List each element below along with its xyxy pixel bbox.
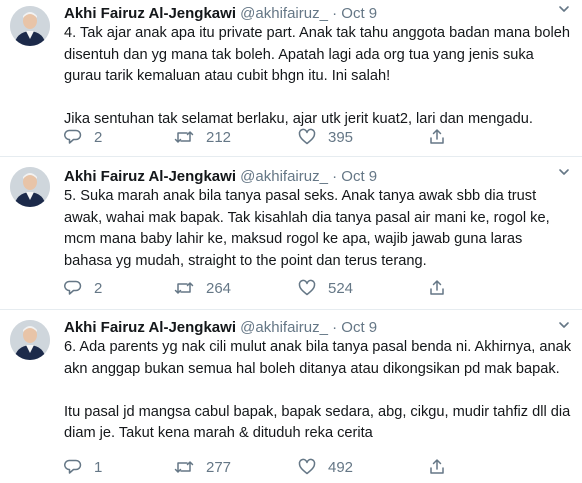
retweet-icon <box>174 461 194 473</box>
tweet-date[interactable]: Oct 9 <box>341 319 377 336</box>
share-button[interactable] <box>428 458 446 476</box>
like-button[interactable]: 492 <box>298 458 428 476</box>
like-count: 395 <box>328 128 354 146</box>
avatar-image <box>10 320 50 360</box>
heart-icon <box>298 279 316 296</box>
tweet-text: 5. Suka marah anak bila tanya pasal seks… <box>64 188 550 269</box>
more-button[interactable] <box>558 165 570 183</box>
like-count: 524 <box>328 279 354 297</box>
like-button[interactable]: 524 <box>298 279 428 297</box>
separator: · <box>332 168 338 185</box>
reply-icon <box>64 459 82 474</box>
share-icon <box>430 280 444 295</box>
reply-count: 1 <box>94 458 103 476</box>
heart-icon <box>298 128 316 145</box>
chevron-down-icon <box>559 169 569 175</box>
author-name[interactable]: Akhi Fairuz Al-Jengkawi <box>64 5 236 22</box>
tweet-header: Akhi Fairuz Al-Jengkawi @akhifairuz_ · O… <box>64 167 574 186</box>
tweet-header: Akhi Fairuz Al-Jengkawi @akhifairuz_ · O… <box>64 318 574 337</box>
avatar[interactable] <box>10 167 50 207</box>
retweet-button[interactable]: 264 <box>174 279 298 297</box>
share-button[interactable] <box>428 279 446 297</box>
tweet[interactable]: Akhi Fairuz Al-Jengkawi @akhifairuz_ · O… <box>0 0 582 157</box>
author-name[interactable]: Akhi Fairuz Al-Jengkawi <box>64 319 236 336</box>
avatar[interactable] <box>10 320 50 360</box>
reply-button[interactable]: 2 <box>64 128 174 146</box>
retweet-button[interactable]: 277 <box>174 458 298 476</box>
author-name[interactable]: Akhi Fairuz Al-Jengkawi <box>64 168 236 185</box>
tweet-date[interactable]: Oct 9 <box>341 168 377 185</box>
more-button[interactable] <box>558 2 570 20</box>
retweet-icon <box>174 282 194 294</box>
retweet-button[interactable]: 212 <box>174 128 298 146</box>
avatar-image <box>10 167 50 207</box>
reply-icon <box>64 280 82 295</box>
tweet[interactable]: Akhi Fairuz Al-Jengkawi @akhifairuz_ · O… <box>0 310 582 483</box>
author-handle[interactable]: @akhifairuz_ <box>240 168 328 185</box>
reply-icon <box>64 129 82 144</box>
more-button[interactable] <box>558 318 570 336</box>
reply-button[interactable]: 1 <box>64 458 174 476</box>
tweet-feed: Akhi Fairuz Al-Jengkawi @akhifairuz_ · O… <box>0 0 582 483</box>
reply-count: 2 <box>94 279 103 297</box>
tweet-date[interactable]: Oct 9 <box>341 5 377 22</box>
tweet-text: 4. Tak ajar anak apa itu private part. A… <box>64 25 571 127</box>
author-handle[interactable]: @akhifairuz_ <box>240 5 328 22</box>
tweet-text: 6. Ada parents yg nak cili mulut anak bi… <box>64 339 572 441</box>
share-icon <box>430 129 444 144</box>
tweet-actions: 2 264 524 <box>64 277 446 299</box>
share-icon <box>430 459 444 474</box>
tweet[interactable]: Akhi Fairuz Al-Jengkawi @akhifairuz_ · O… <box>0 157 582 310</box>
retweet-count: 277 <box>206 458 232 476</box>
avatar-image <box>10 6 50 46</box>
like-button[interactable]: 395 <box>298 128 428 146</box>
separator: · <box>332 5 338 22</box>
tweet-actions: 2 212 395 <box>64 126 446 148</box>
retweet-count: 264 <box>206 279 232 297</box>
retweet-icon <box>174 131 194 143</box>
tweet-actions: 1 277 492 <box>64 456 446 478</box>
like-count: 492 <box>328 458 354 476</box>
retweet-count: 212 <box>206 128 232 146</box>
tweet-header: Akhi Fairuz Al-Jengkawi @akhifairuz_ · O… <box>64 4 574 23</box>
share-button[interactable] <box>428 128 446 146</box>
avatar[interactable] <box>10 6 50 46</box>
heart-icon <box>298 458 316 475</box>
separator: · <box>332 319 338 336</box>
chevron-down-icon <box>559 322 569 328</box>
chevron-down-icon <box>559 6 569 12</box>
reply-button[interactable]: 2 <box>64 279 174 297</box>
reply-count: 2 <box>94 128 103 146</box>
author-handle[interactable]: @akhifairuz_ <box>240 319 328 336</box>
